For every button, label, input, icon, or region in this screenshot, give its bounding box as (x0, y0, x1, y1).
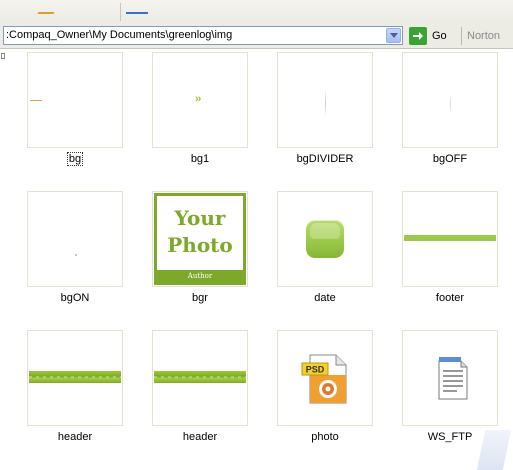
file-label: bgOFF (432, 153, 468, 165)
toolbar-separator (120, 3, 121, 21)
address-path: :Compaq_Owner\My Documents\greenlog\img (6, 29, 233, 41)
file-item-header[interactable]: header (145, 330, 255, 458)
norton-toolbar-label[interactable]: Norton (467, 30, 500, 42)
thumbnail-graphic (30, 100, 42, 101)
file-label: photo (311, 431, 339, 443)
file-item-bg[interactable]: bg (20, 52, 130, 180)
file-item-bgoff[interactable]: bgOFF (395, 52, 505, 180)
thumbnail: ›› (152, 52, 248, 148)
photo-placeholder-graphic: Your Photo Author (154, 193, 246, 285)
footer-bar-graphic (404, 235, 496, 241)
file-label: footer (435, 292, 465, 304)
thumbnail (27, 52, 123, 148)
header-bar-graphic (154, 371, 246, 383)
toolbar-icon-partial[interactable] (37, 12, 55, 14)
preview-text: Photo (167, 233, 233, 257)
chevron-graphic-icon: ›› (195, 93, 201, 105)
file-label: bgON (60, 292, 90, 304)
pane-edge-icon (1, 53, 5, 59)
file-view[interactable]: bg ›› bg1 bgDIVIDER bgOFF bgON Your Phot… (0, 49, 513, 470)
header-bar-graphic (29, 371, 121, 383)
file-label: bgr (192, 292, 208, 304)
rounded-square-graphic (306, 220, 344, 258)
address-input[interactable]: :Compaq_Owner\My Documents\greenlog\img (3, 26, 403, 45)
thumbnail: Your Photo Author (152, 191, 248, 287)
notepad-file-icon (435, 355, 469, 401)
file-label: bgDIVIDER (296, 153, 354, 165)
thumbnail (27, 330, 123, 426)
file-label: date (314, 292, 336, 304)
divider-graphic (450, 93, 451, 115)
preview-author-text: Author (157, 270, 243, 282)
address-dropdown-button[interactable] (386, 28, 401, 43)
file-item-bgr[interactable]: Your Photo Author bgr (145, 191, 255, 319)
left-pane-edge (0, 49, 8, 464)
thumbnail (277, 191, 373, 287)
thumbnail (277, 52, 373, 148)
toolbar-icon-partial[interactable] (126, 12, 148, 14)
thumbnail (152, 330, 248, 426)
preview-text: Your (174, 206, 226, 230)
file-label: bg1 (190, 153, 210, 165)
file-label: header (57, 431, 93, 443)
thumbnail: PSD (277, 330, 373, 426)
file-item-photo[interactable]: PSD photo (270, 330, 380, 458)
thumbnail (402, 52, 498, 148)
file-item-bg1[interactable]: ›› bg1 (145, 52, 255, 180)
divider-graphic (325, 89, 326, 117)
go-label: Go (432, 30, 447, 42)
file-label: header (182, 431, 218, 443)
thumbnail (402, 191, 498, 287)
address-bar: :Compaq_Owner\My Documents\greenlog\img … (0, 24, 513, 49)
toolbar-strip (0, 0, 513, 25)
psd-badge-text: PSD (306, 365, 325, 375)
file-item-header[interactable]: header (20, 330, 130, 458)
file-label: bg (66, 152, 84, 166)
file-item-bgdivider[interactable]: bgDIVIDER (270, 52, 380, 180)
dot-graphic (75, 254, 77, 256)
file-item-date[interactable]: date (270, 191, 380, 319)
file-item-bgon[interactable]: bgON (20, 191, 130, 319)
thumbnail (402, 330, 498, 426)
toolbar-separator (461, 27, 462, 45)
file-item-footer[interactable]: footer (395, 191, 505, 319)
thumbnail (27, 191, 123, 287)
go-button[interactable]: Go (409, 27, 457, 45)
go-arrow-icon (409, 27, 427, 45)
psd-file-icon: PSD (300, 351, 352, 407)
